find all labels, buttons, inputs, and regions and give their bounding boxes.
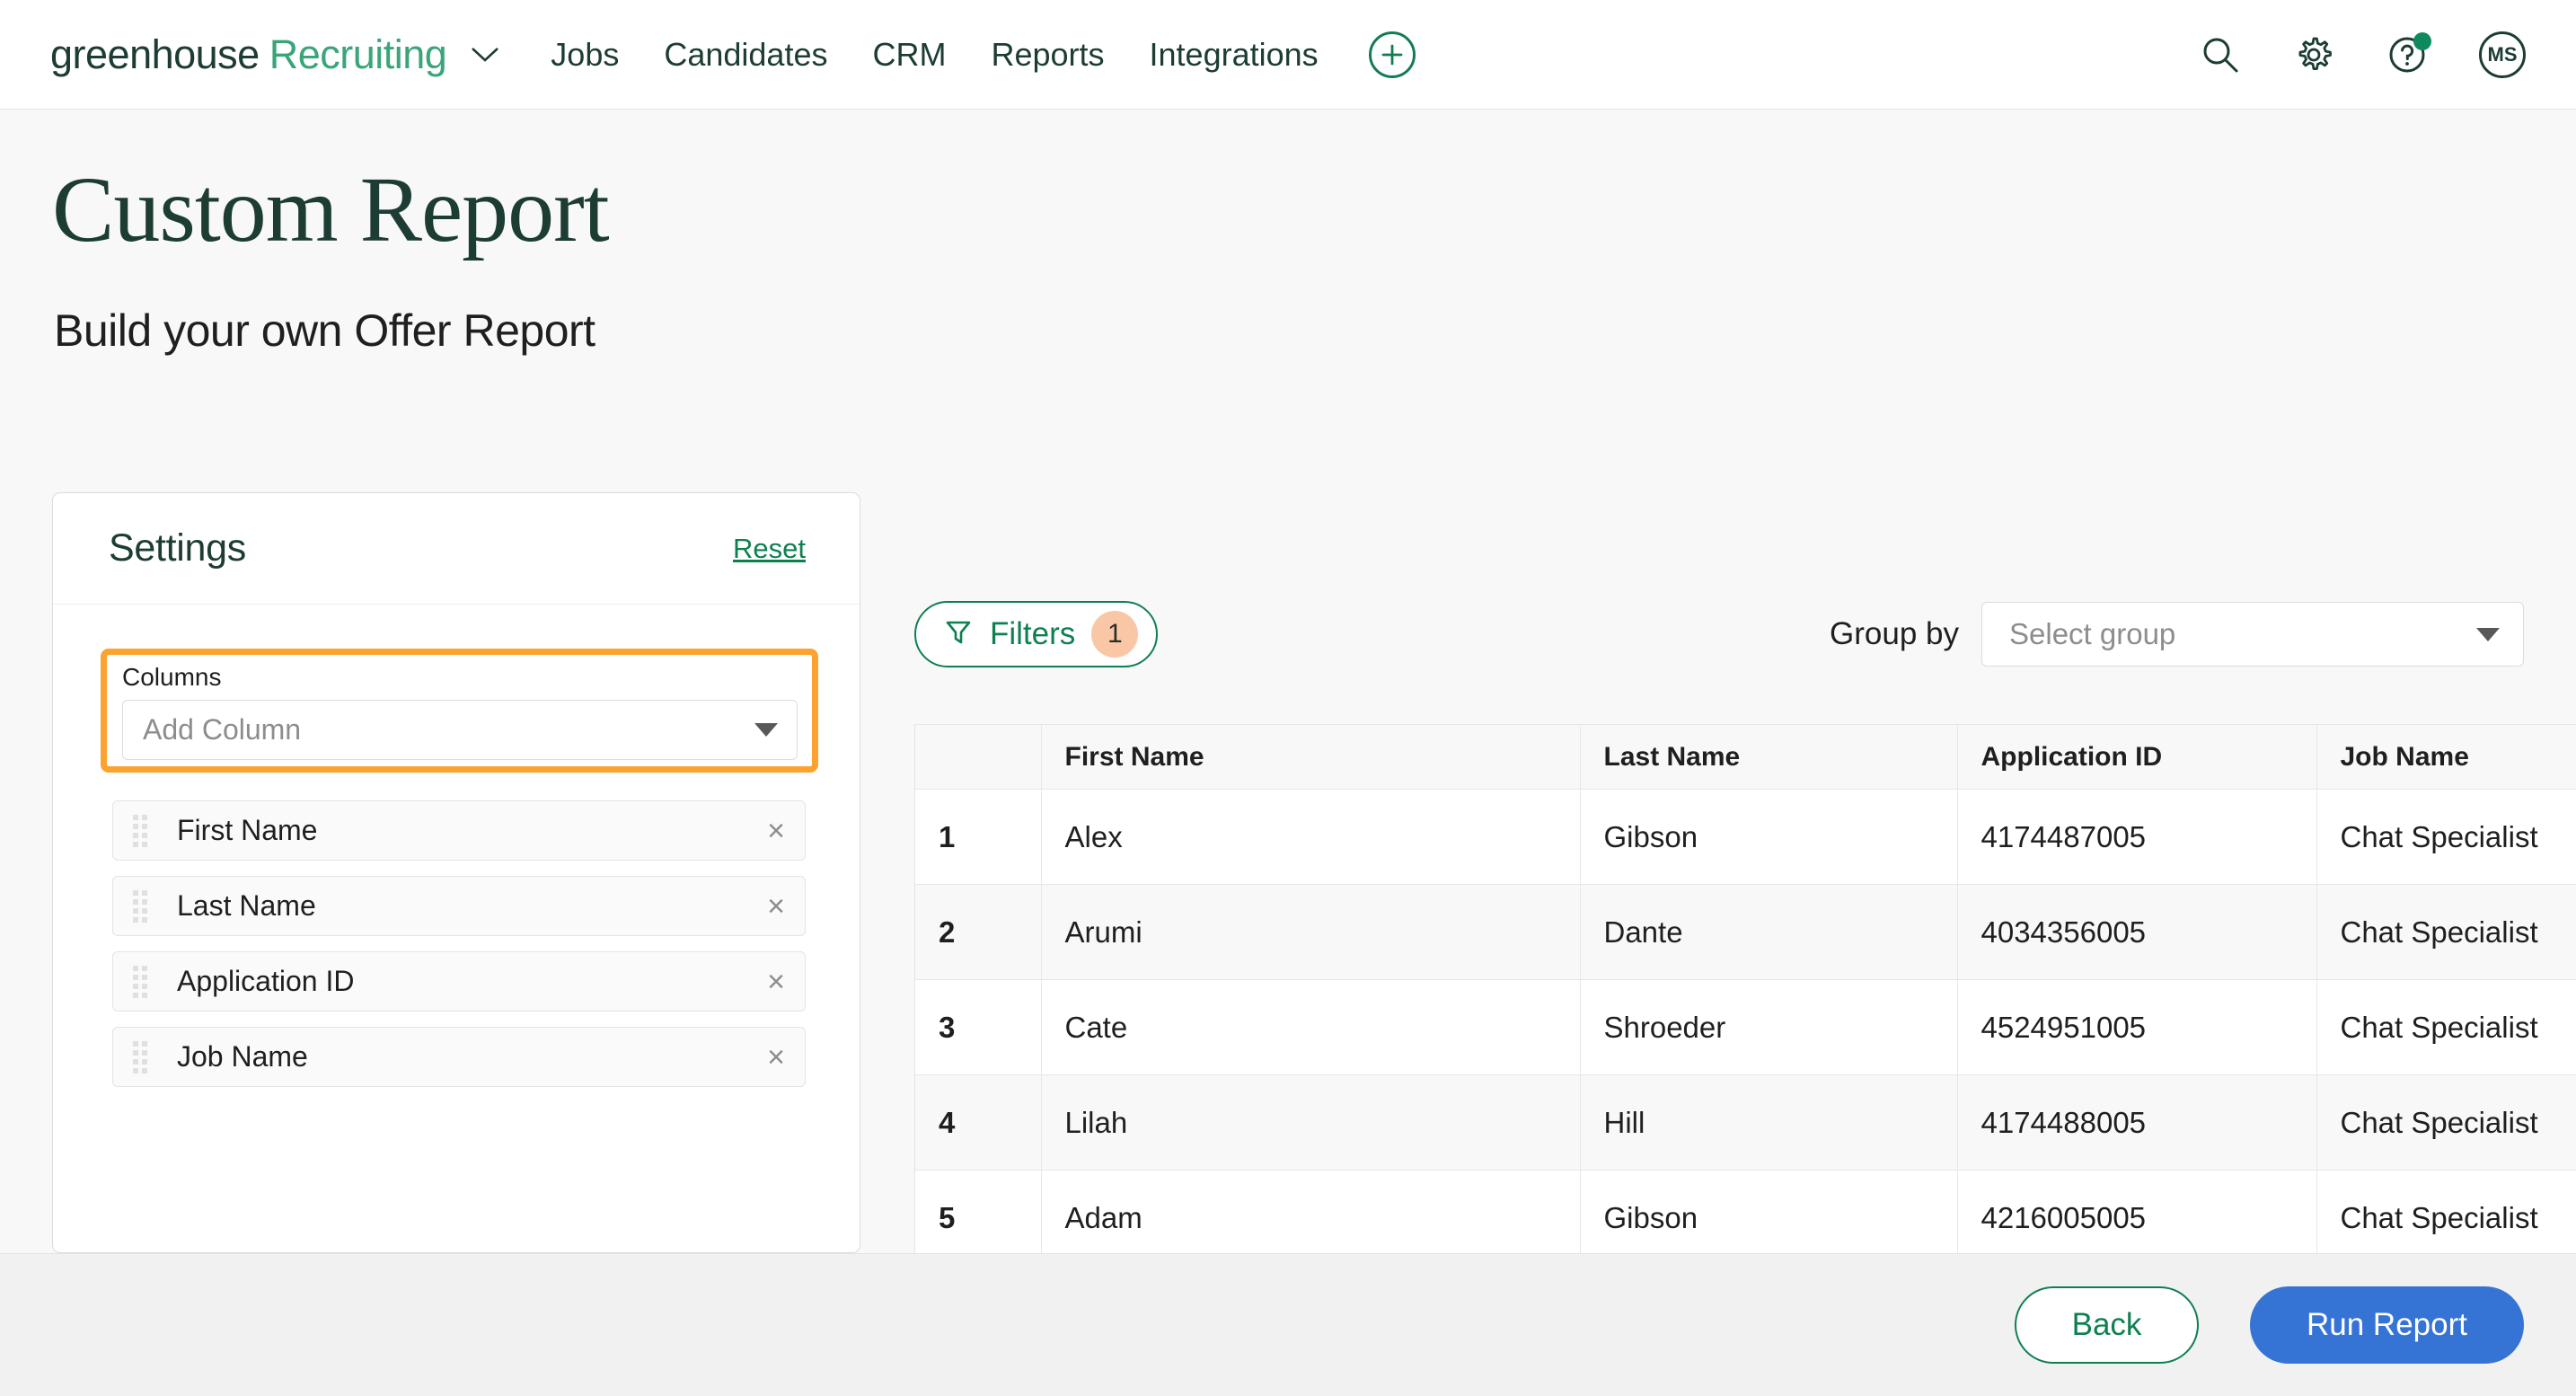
nav-item-integrations[interactable]: Integrations	[1150, 36, 1319, 74]
settings-title: Settings	[109, 526, 246, 570]
back-button[interactable]: Back	[2015, 1286, 2199, 1364]
run-report-button[interactable]: Run Report	[2250, 1286, 2524, 1364]
cell-application-id: 4216005005	[1957, 1170, 2317, 1253]
page-body: Custom Report Build your own Offer Repor…	[0, 110, 2576, 1253]
group-by-control: Group by Select group	[1830, 602, 2524, 667]
settings-panel: Settings Reset Columns Add Column First …	[52, 492, 860, 1253]
table-header: First Name Last Name Application ID Job …	[915, 724, 2576, 790]
plus-circle-icon[interactable]	[1368, 31, 1416, 78]
selected-columns-list: First Name × Last Name × Application ID …	[112, 800, 806, 1102]
cell-job-name: Chat Specialist	[2316, 1170, 2576, 1253]
filters-label: Filters	[990, 616, 1076, 651]
filters-count-badge: 1	[1091, 611, 1139, 658]
drag-handle-icon[interactable]	[133, 889, 147, 923]
nav-item-reports[interactable]: Reports	[991, 36, 1104, 74]
reset-link[interactable]: Reset	[733, 533, 806, 565]
close-icon[interactable]: ×	[767, 967, 785, 997]
table-body: 1 Alex Gibson 4174487005 Chat Specialist…	[915, 789, 2576, 1253]
settings-panel-header: Settings Reset	[53, 493, 860, 605]
columns-label: Columns	[122, 663, 222, 691]
notification-dot	[2413, 31, 2431, 50]
group-by-label: Group by	[1830, 616, 1959, 651]
row-index: 2	[915, 884, 1042, 980]
bottom-action-bar: Back Run Report	[0, 1253, 2576, 1396]
row-index: 5	[915, 1170, 1042, 1253]
table-header-row: First Name Last Name Application ID Job …	[915, 724, 2576, 790]
cell-job-name: Chat Specialist	[2316, 789, 2576, 885]
cell-first-name: Cate	[1041, 979, 1581, 1075]
drag-handle-icon[interactable]	[133, 965, 147, 998]
cell-first-name: Arumi	[1041, 884, 1581, 980]
column-header-first-name: First Name	[1041, 724, 1581, 790]
table-row[interactable]: 4 Lilah Hill 4174488005 Chat Specialist	[915, 1074, 2576, 1171]
brand-name-primary: greenhouse	[50, 31, 260, 77]
cell-last-name: Gibson	[1580, 1170, 1958, 1253]
row-index: 1	[915, 789, 1042, 885]
brand-logo[interactable]: greenhouse Recruiting	[50, 31, 500, 78]
cell-job-name: Chat Specialist	[2316, 1074, 2576, 1171]
search-icon[interactable]	[2199, 33, 2242, 76]
column-list-item[interactable]: First Name ×	[112, 800, 806, 861]
top-navigation-bar: greenhouse Recruiting Jobs Candidates CR…	[0, 0, 2576, 110]
table-row[interactable]: 5 Adam Gibson 4216005005 Chat Specialist	[915, 1170, 2576, 1253]
table-row[interactable]: 1 Alex Gibson 4174487005 Chat Specialist	[915, 789, 2576, 885]
column-header-last-name: Last Name	[1580, 724, 1958, 790]
column-list-item[interactable]: Application ID ×	[112, 951, 806, 1012]
columns-field-highlight: Columns Add Column	[101, 649, 818, 773]
table-row[interactable]: 2 Arumi Dante 4034356005 Chat Specialist	[915, 884, 2576, 980]
table-row[interactable]: 3 Cate Shroeder 4524951005 Chat Speciali…	[915, 979, 2576, 1075]
row-index: 4	[915, 1074, 1042, 1171]
cell-first-name: Alex	[1041, 789, 1581, 885]
cell-first-name: Adam	[1041, 1170, 1581, 1253]
cell-last-name: Dante	[1580, 884, 1958, 980]
add-column-select[interactable]: Add Column	[122, 700, 798, 760]
cell-application-id: 4524951005	[1957, 979, 2317, 1075]
filter-funnel-icon	[943, 617, 974, 652]
column-list-item[interactable]: Job Name ×	[112, 1027, 806, 1087]
row-index: 3	[915, 979, 1042, 1075]
cell-job-name: Chat Specialist	[2316, 884, 2576, 980]
cell-last-name: Gibson	[1580, 789, 1958, 885]
avatar[interactable]: MS	[2479, 31, 2526, 78]
cell-application-id: 4034356005	[1957, 884, 2317, 980]
cell-last-name: Hill	[1580, 1074, 1958, 1171]
filters-button[interactable]: Filters 1	[914, 601, 1159, 667]
close-icon[interactable]: ×	[767, 1042, 785, 1073]
primary-nav-links: Jobs Candidates CRM Reports Integrations	[551, 36, 1318, 74]
nav-right-icons: MS	[2199, 31, 2526, 78]
chevron-down-icon[interactable]	[470, 45, 500, 65]
cell-job-name: Chat Specialist	[2316, 979, 2576, 1075]
add-column-placeholder: Add Column	[143, 713, 302, 746]
brand-name-secondary: Recruiting	[269, 31, 447, 77]
close-icon[interactable]: ×	[767, 891, 785, 922]
close-icon[interactable]: ×	[767, 816, 785, 846]
report-table: First Name Last Name Application ID Job …	[915, 724, 2576, 1253]
help-circle-icon[interactable]	[2386, 31, 2431, 76]
cell-application-id: 4174488005	[1957, 1074, 2317, 1171]
column-header-application-id: Application ID	[1957, 724, 2317, 790]
drag-handle-icon[interactable]	[133, 1040, 147, 1074]
page-subtitle: Build your own Offer Report	[54, 305, 595, 356]
gear-icon[interactable]	[2292, 33, 2335, 76]
chevron-down-icon	[754, 723, 778, 737]
column-item-label: Job Name	[177, 1040, 308, 1073]
report-table-container[interactable]: First Name Last Name Application ID Job …	[914, 724, 2576, 1253]
column-header-index	[915, 724, 1042, 790]
nav-item-candidates[interactable]: Candidates	[664, 36, 827, 74]
nav-item-jobs[interactable]: Jobs	[551, 36, 619, 74]
drag-handle-icon[interactable]	[133, 814, 147, 847]
page-title: Custom Report	[52, 158, 610, 261]
column-header-job-name: Job Name	[2316, 724, 2576, 790]
nav-item-crm[interactable]: CRM	[872, 36, 946, 74]
cell-application-id: 4174487005	[1957, 789, 2317, 885]
column-item-label: Application ID	[177, 965, 355, 997]
cell-last-name: Shroeder	[1580, 979, 1958, 1075]
group-by-select[interactable]: Select group	[1981, 602, 2524, 667]
column-item-label: Last Name	[177, 889, 316, 922]
chevron-down-icon	[2476, 627, 2500, 641]
cell-first-name: Lilah	[1041, 1074, 1581, 1171]
column-list-item[interactable]: Last Name ×	[112, 876, 806, 936]
group-by-placeholder: Select group	[2009, 617, 2176, 650]
column-item-label: First Name	[177, 814, 318, 846]
